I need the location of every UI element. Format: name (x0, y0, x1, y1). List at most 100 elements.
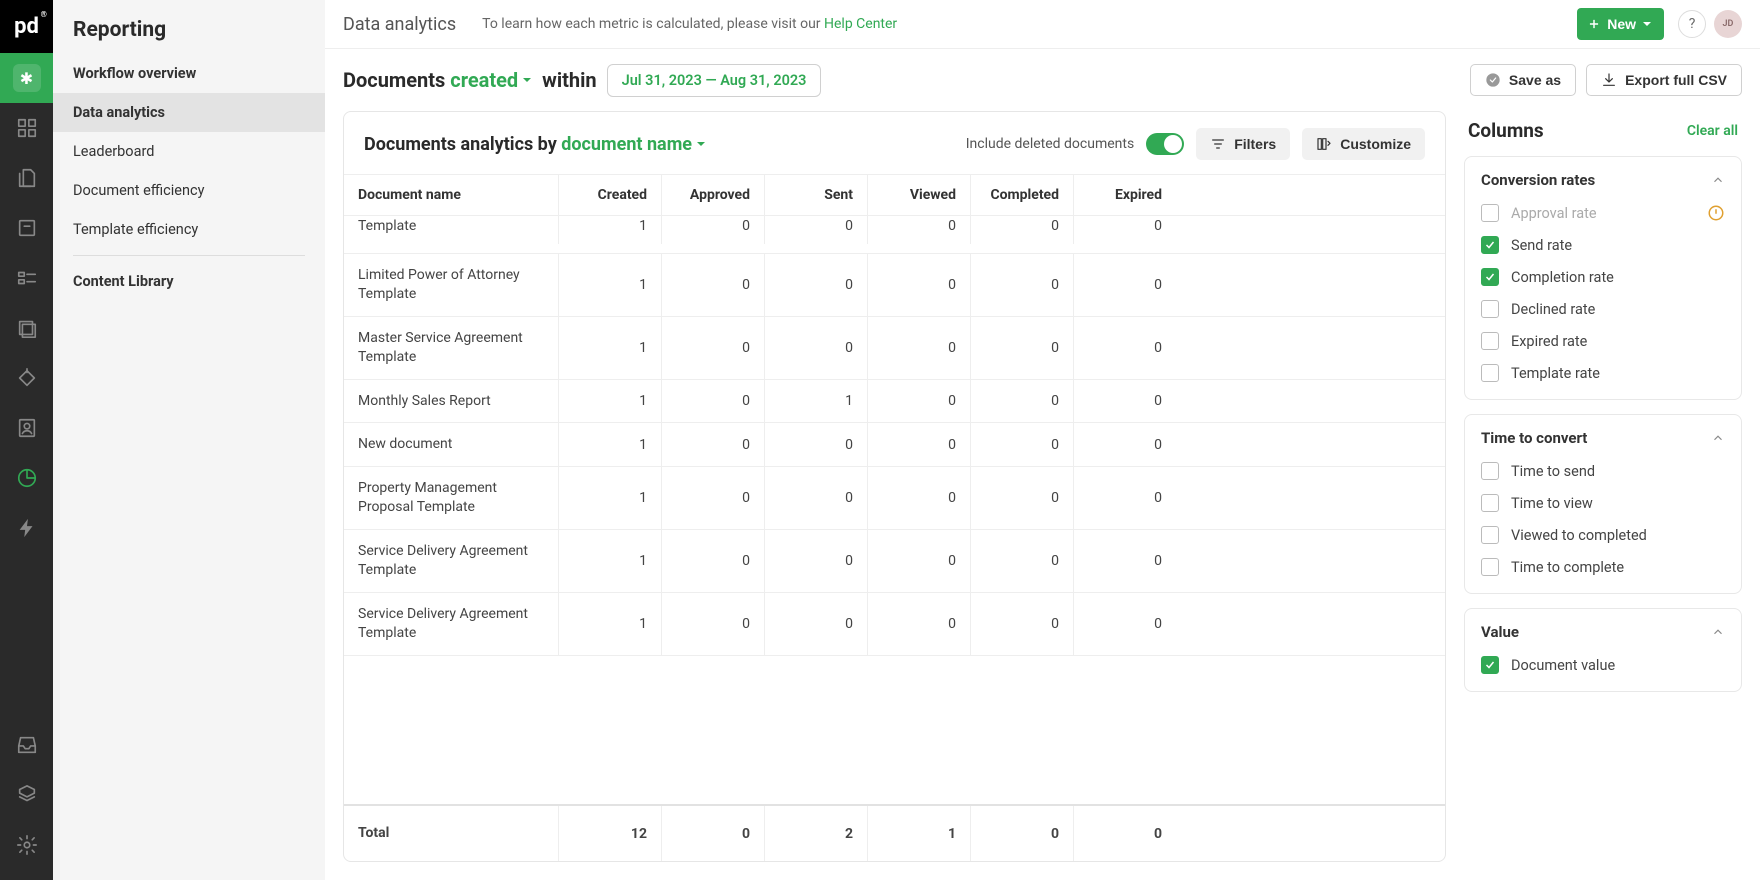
workspace-switcher[interactable]: ✱ (0, 53, 53, 103)
table-row[interactable]: Monthly Sales Report101000 (344, 380, 1445, 424)
nav-settings-icon[interactable] (0, 820, 53, 870)
group-header[interactable]: Value (1481, 623, 1725, 641)
nav-inbox-icon[interactable] (0, 720, 53, 770)
column-option[interactable]: Viewed to completed (1481, 519, 1725, 551)
option-label: Template rate (1511, 365, 1600, 382)
option-label: Approval rate (1511, 205, 1597, 222)
nav-apps-icon[interactable] (0, 770, 53, 820)
column-option[interactable]: Time to complete (1481, 551, 1725, 583)
column-group: Time to convert Time to sendTime to viewV… (1464, 414, 1742, 594)
checkbox[interactable] (1481, 332, 1499, 350)
chevron-down-icon (696, 139, 706, 149)
sidebar-item[interactable]: Document efficiency (53, 171, 325, 210)
avatar[interactable]: JD (1714, 10, 1742, 38)
option-label: Time to complete (1511, 559, 1624, 576)
help-button[interactable]: ? (1678, 10, 1706, 38)
table-row[interactable]: Limited Power of Attorney Template100000 (344, 254, 1445, 317)
nav-contacts-icon[interactable] (0, 403, 53, 453)
sidebar-item[interactable]: Template efficiency (53, 210, 325, 249)
groupby-dropdown[interactable]: document name (561, 134, 706, 155)
column-option[interactable]: Declined rate (1481, 293, 1725, 325)
table-total-row: Total 12 0 2 1 0 0 (344, 804, 1445, 861)
sidepanel-title: Reporting (53, 18, 325, 54)
table-row[interactable]: New document100000 (344, 423, 1445, 467)
chevron-up-icon (1711, 431, 1725, 445)
table-row[interactable]: Master Service Agreement Template100000 (344, 317, 1445, 380)
help-center-link[interactable]: Help Center (824, 16, 897, 32)
column-group: Conversion rates Approval rate Send rate Co… (1464, 156, 1742, 400)
chevron-down-icon (522, 75, 532, 85)
query-status-dropdown[interactable]: created (450, 68, 532, 92)
new-button[interactable]: New (1577, 8, 1664, 40)
chevron-up-icon (1711, 625, 1725, 639)
help-text: To learn how each metric is calculated, … (482, 16, 897, 32)
nav-templates-icon[interactable] (0, 203, 53, 253)
column-option[interactable]: Document value (1481, 649, 1725, 681)
checkbox[interactable] (1481, 236, 1499, 254)
col-expired[interactable]: Expired (1073, 175, 1176, 215)
check-circle-icon (1485, 72, 1501, 88)
checkbox[interactable] (1481, 300, 1499, 318)
checkbox[interactable] (1481, 268, 1499, 286)
checkbox[interactable] (1481, 462, 1499, 480)
filter-icon (1210, 136, 1226, 152)
sidebar-item[interactable]: Data analytics (53, 93, 325, 132)
include-deleted-label: Include deleted documents (966, 136, 1134, 152)
table-row[interactable]: Service Delivery Agreement Template10000… (344, 593, 1445, 656)
column-option[interactable]: Time to send (1481, 455, 1725, 487)
nav-dashboard-icon[interactable] (0, 103, 53, 153)
checkbox[interactable] (1481, 558, 1499, 576)
nav-documents-icon[interactable] (0, 153, 53, 203)
topbar: Data analytics To learn how each metric … (325, 0, 1760, 49)
col-created[interactable]: Created (558, 175, 661, 215)
group-header[interactable]: Time to convert (1481, 429, 1725, 447)
include-deleted-toggle[interactable] (1146, 133, 1184, 155)
columns-title: Columns (1468, 119, 1687, 142)
checkbox (1481, 204, 1499, 222)
col-completed[interactable]: Completed (970, 175, 1073, 215)
table-header: Document name Created Approved Sent View… (344, 174, 1445, 216)
chevron-up-icon (1711, 173, 1725, 187)
plus-icon (1587, 17, 1601, 31)
column-option[interactable]: Expired rate (1481, 325, 1725, 357)
nav-catalog-icon[interactable] (0, 353, 53, 403)
table-row[interactable]: Property Management Proposal Template100… (344, 467, 1445, 530)
brand-logo[interactable]: pd® (0, 0, 53, 53)
date-range-picker[interactable]: Jul 31, 2023 — Aug 31, 2023 (607, 64, 822, 97)
sidebar-item[interactable]: Workflow overview (53, 54, 325, 93)
customize-button[interactable]: Customize (1302, 128, 1425, 160)
col-viewed[interactable]: Viewed (867, 175, 970, 215)
nav-forms-icon[interactable] (0, 253, 53, 303)
column-group: Value Document value (1464, 608, 1742, 692)
clear-all-link[interactable]: Clear all (1687, 123, 1738, 139)
column-option[interactable]: Template rate (1481, 357, 1725, 389)
option-label: Completion rate (1511, 269, 1614, 286)
breadcrumb: Data analytics (343, 14, 456, 35)
filters-button[interactable]: Filters (1196, 128, 1290, 160)
column-option[interactable]: Completion rate (1481, 261, 1725, 293)
checkbox[interactable] (1481, 494, 1499, 512)
export-csv-button[interactable]: Export full CSV (1586, 64, 1742, 96)
save-as-button[interactable]: Save as (1470, 64, 1576, 96)
table-row[interactable]: Service Delivery Agreement Template10000… (344, 530, 1445, 593)
group-header[interactable]: Conversion rates (1481, 171, 1725, 189)
nav-automations-icon[interactable] (0, 503, 53, 553)
table-row[interactable]: Limited Power of Attorney Template100000 (344, 216, 1445, 254)
column-option[interactable]: Time to view (1481, 487, 1725, 519)
nav-library-icon[interactable] (0, 303, 53, 353)
sidebar-item[interactable]: Content Library (53, 262, 325, 301)
nav-reporting-icon[interactable] (0, 453, 53, 503)
col-approved[interactable]: Approved (661, 175, 764, 215)
column-option[interactable]: Send rate (1481, 229, 1725, 261)
option-label: Expired rate (1511, 333, 1587, 350)
checkbox[interactable] (1481, 364, 1499, 382)
side-panel: Reporting Workflow overviewData analytic… (53, 0, 325, 880)
col-doc-name[interactable]: Document name (344, 175, 558, 215)
icon-nav: ✱ (0, 0, 53, 880)
col-sent[interactable]: Sent (764, 175, 867, 215)
sidebar-item[interactable]: Leaderboard (53, 132, 325, 171)
checkbox[interactable] (1481, 526, 1499, 544)
query-bar: Documents created within Jul 31, 2023 — … (325, 49, 1760, 111)
analytics-table-card: Documents analytics by document name Inc… (343, 111, 1446, 862)
checkbox[interactable] (1481, 656, 1499, 674)
